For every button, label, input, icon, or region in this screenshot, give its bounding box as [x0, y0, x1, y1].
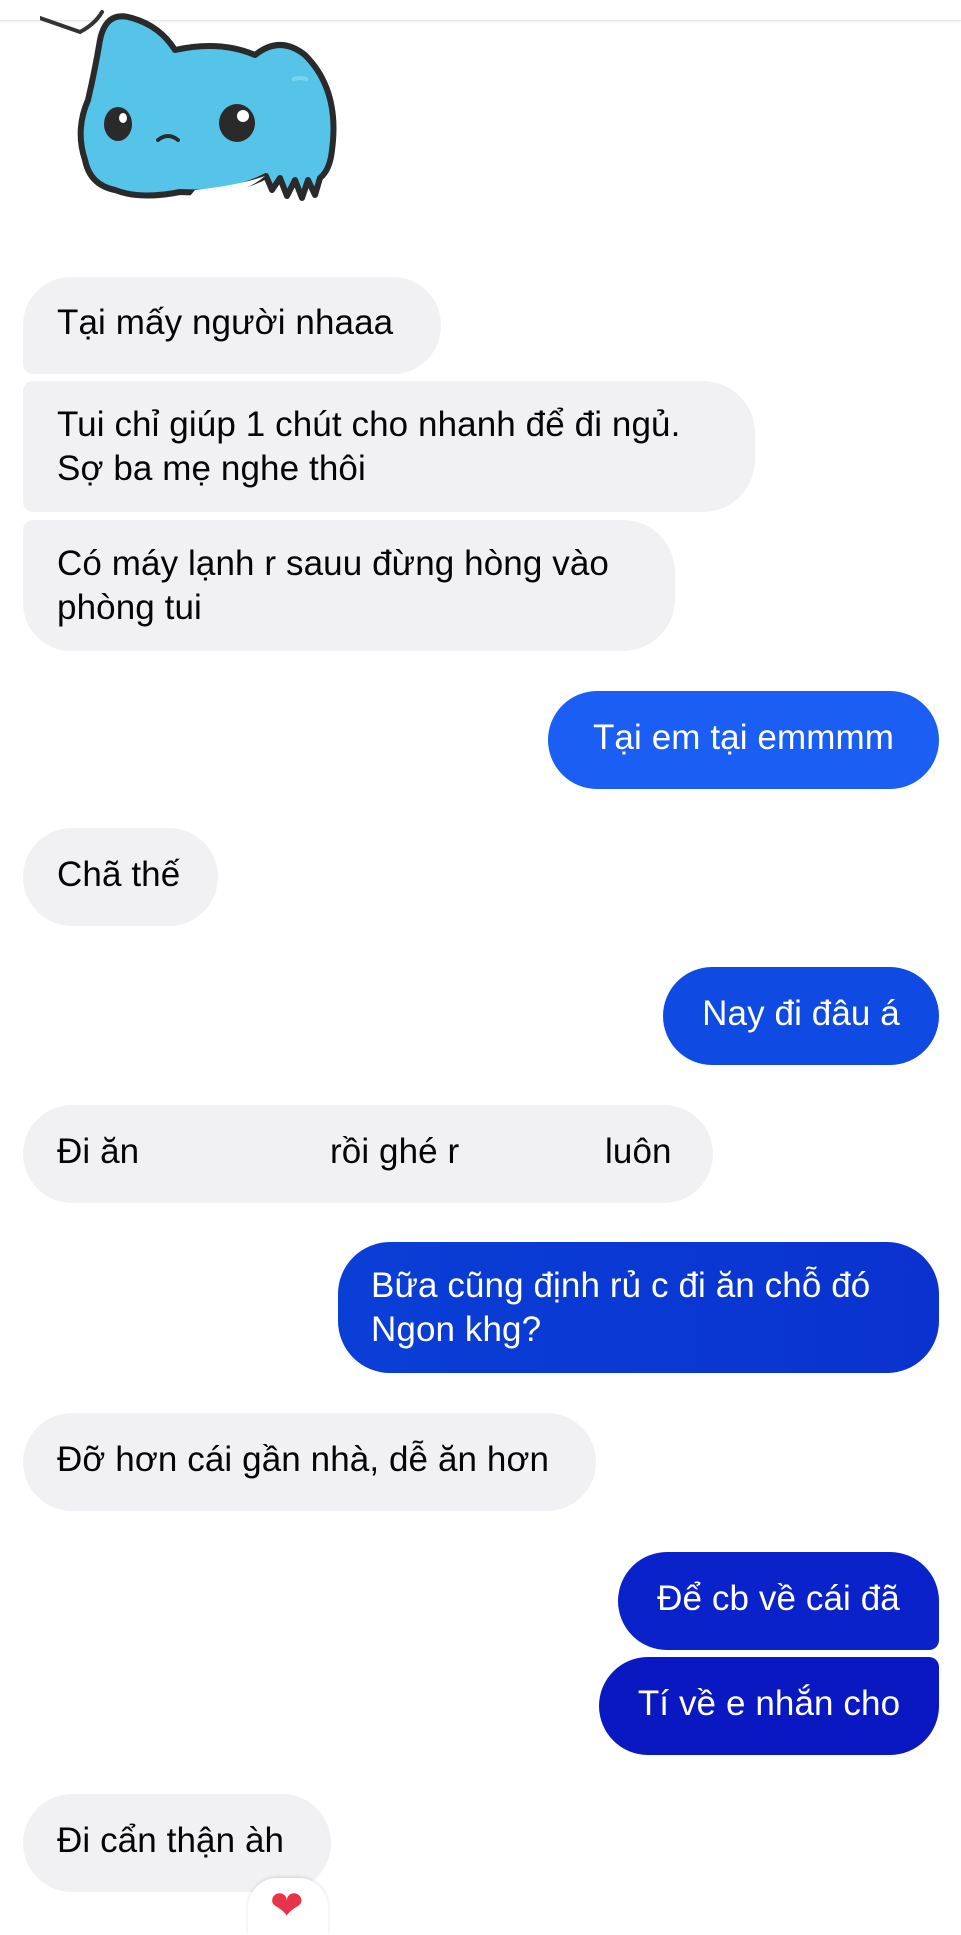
outgoing-message[interactable]: Tí về e nhắn cho [599, 1657, 939, 1755]
blue-cat-sticker [40, 10, 337, 201]
incoming-message[interactable]: Tại mấy người nhaaa [23, 277, 441, 374]
message-text-part: Đi ăn [57, 1132, 140, 1171]
incoming-message[interactable]: Tui chỉ giúp 1 chút cho nhanh để đi ngủ.… [23, 381, 755, 512]
redaction-block [148, 1115, 323, 1193]
message-text-part: rồi ghé r [330, 1132, 460, 1171]
incoming-message[interactable]: Có máy lạnh r sauu đừng hòng vào phòng t… [23, 520, 675, 651]
outgoing-message[interactable]: Tại em tại emmmm [548, 691, 939, 789]
outgoing-message[interactable]: Bữa cũng định rủ c đi ăn chỗ đó Ngon khg… [338, 1242, 939, 1373]
incoming-message-redacted[interactable]: Đi ăn rồi ghé r luôn [23, 1105, 713, 1203]
message-text-part: luôn [605, 1132, 672, 1171]
incoming-message[interactable]: Chã thế [23, 828, 218, 926]
outgoing-message[interactable]: Để cb về cái đã [618, 1552, 939, 1650]
reaction-badge[interactable]: ❤ [248, 1878, 328, 1935]
heart-icon: ❤ [270, 1884, 304, 1928]
incoming-message[interactable]: Đỡ hơn cái gần nhà, dễ ăn hơn [23, 1413, 596, 1511]
redaction-block [486, 1115, 601, 1193]
outgoing-message[interactable]: Nay đi đâu á [663, 967, 939, 1065]
